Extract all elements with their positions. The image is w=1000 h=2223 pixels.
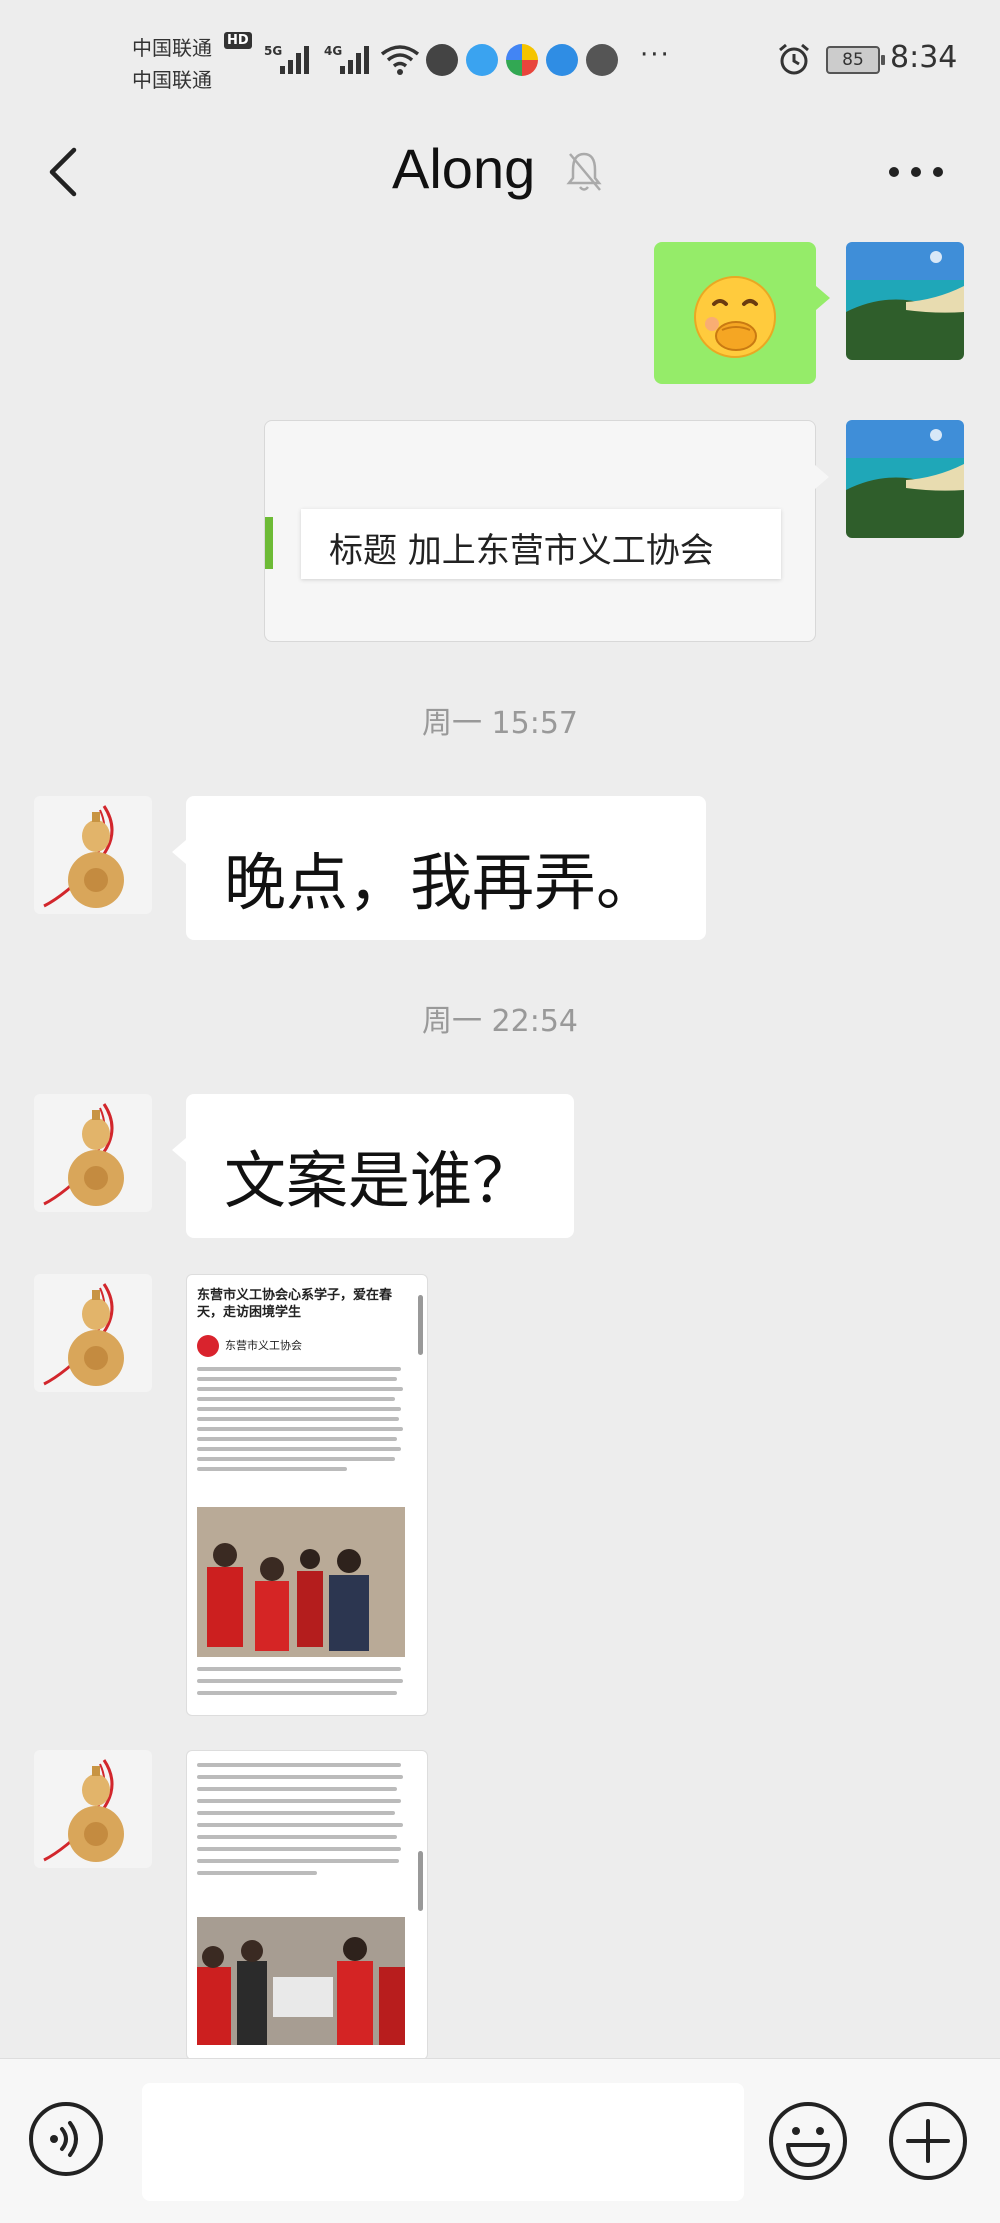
text-line <box>197 1417 399 1421</box>
alarm-icon <box>779 43 809 75</box>
timestamp: 周一 22:54 <box>422 1004 578 1039</box>
article-photo <box>197 1507 405 1657</box>
text-line <box>197 1367 401 1371</box>
status-bar: 中国联通 中国联通 HD 5G 4G ··· 85 8:34 <box>0 0 1000 120</box>
text-line <box>197 1457 395 1461</box>
text-line <box>197 1847 401 1851</box>
back-arrow-icon[interactable] <box>36 142 96 202</box>
article-author: 东营市义工协会 <box>225 1339 302 1352</box>
input-bar <box>0 2058 1000 2223</box>
signal-icon <box>340 46 369 74</box>
text-line <box>197 1871 317 1875</box>
link-preview: 标题 加上东营市义工协会 <box>265 509 781 579</box>
received-image-message[interactable]: 东营市义工协会心系学子，爱在春天，走访困境学生 东营市义工协会 <box>186 1274 428 1716</box>
text-line <box>197 1775 403 1779</box>
scrollbar <box>418 1295 423 1355</box>
app-notification-icon <box>586 44 618 76</box>
text-line <box>197 1763 401 1767</box>
text-line <box>197 1787 397 1791</box>
text-line <box>197 1811 395 1815</box>
carrier-label: 中国联通 <box>132 36 212 60</box>
carrier-label: 中国联通 <box>132 68 212 92</box>
text-line <box>197 1397 395 1401</box>
text-line <box>197 1823 403 1827</box>
org-logo-icon <box>197 1335 219 1357</box>
scrollbar <box>418 1851 423 1911</box>
link-title: 标题 加上东营市义工协会 <box>329 531 714 571</box>
self-avatar[interactable] <box>846 242 964 360</box>
text-line <box>197 1467 347 1471</box>
more-options-icon[interactable] <box>880 142 960 202</box>
battery-indicator: 85 <box>826 46 885 74</box>
text-line <box>197 1377 397 1381</box>
message-text: 文案是谁？ <box>224 1144 535 1217</box>
voice-icon[interactable] <box>28 2101 104 2177</box>
link-accent-bar <box>265 517 273 569</box>
timestamp: 周一 15:57 <box>422 706 578 741</box>
face-with-hand-over-mouth-icon <box>694 276 776 358</box>
text-line <box>197 1679 403 1683</box>
notification-icons <box>426 44 618 76</box>
sent-link-message[interactable]: 标题 加上东营市义工协会 <box>264 420 829 642</box>
text-line <box>197 1407 401 1411</box>
received-text-message[interactable]: 晚点，我再弄。 <box>172 796 706 940</box>
wifi-icon <box>380 45 420 75</box>
text-line <box>197 1667 401 1671</box>
text-line <box>197 1387 403 1391</box>
app-notification-icon <box>546 44 578 76</box>
text-line <box>197 1447 401 1451</box>
clock-time: 8:34 <box>890 40 958 75</box>
message-input[interactable] <box>142 2083 744 2201</box>
app-notification-icon <box>426 44 458 76</box>
more-notifications-icon: ··· <box>640 40 671 70</box>
message-text: 晚点，我再弄。 <box>224 846 659 919</box>
friend-avatar[interactable] <box>34 1750 152 1868</box>
friend-avatar[interactable] <box>34 796 152 914</box>
muted-bell-icon <box>566 152 602 191</box>
text-line <box>197 1859 399 1863</box>
received-image-message[interactable] <box>186 1750 428 2060</box>
chat-title: Along <box>392 137 536 200</box>
hd-badge: HD <box>224 32 252 49</box>
chat-header: Along <box>0 120 1000 230</box>
app-notification-icon <box>466 44 498 76</box>
received-text-message[interactable]: 文案是谁？ <box>172 1094 574 1238</box>
text-line <box>197 1691 397 1695</box>
emoji-icon[interactable] <box>768 2101 848 2181</box>
article-photo <box>197 1917 405 2045</box>
text-line <box>197 1799 401 1803</box>
app-notification-icon <box>506 44 538 76</box>
text-line <box>197 1427 403 1431</box>
friend-avatar[interactable] <box>34 1094 152 1212</box>
self-avatar[interactable] <box>846 420 964 538</box>
text-line <box>197 1437 397 1441</box>
article-title: 东营市义工协会心系学子，爱在春天，走访困境学生 <box>197 1288 393 1320</box>
sent-emoji-message[interactable] <box>654 242 830 384</box>
signal-icon <box>280 46 309 74</box>
text-line <box>197 1835 397 1839</box>
friend-avatar[interactable] <box>34 1274 152 1392</box>
plus-icon[interactable] <box>888 2101 968 2181</box>
